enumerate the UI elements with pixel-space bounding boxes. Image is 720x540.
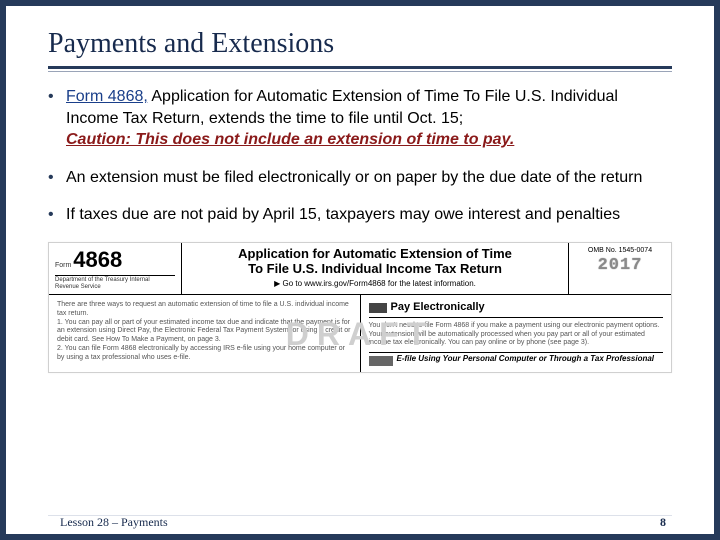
form-title-line2: To File U.S. Individual Income Tax Retur…: [188, 262, 562, 277]
bullet-list: Form 4868, Application for Automatic Ext…: [48, 86, 672, 226]
caution-text: Caution: This does not include an extens…: [66, 131, 514, 148]
pay-electronically-row: Pay Electronically: [369, 301, 664, 318]
form-header-mid: Application for Automatic Extension of T…: [182, 243, 568, 294]
form-number: 4868: [73, 247, 122, 272]
computer-icon: [369, 356, 393, 366]
form-label: Form: [55, 262, 71, 269]
form-body-right: Pay Electronically You don't need to fil…: [361, 295, 672, 372]
form-4868-link[interactable]: Form 4868,: [66, 88, 148, 105]
bullet-1-text: Application for Automatic Extension of T…: [66, 88, 618, 127]
title-rule-thick: [48, 66, 672, 69]
efile-row: E-file Using Your Personal Computer or T…: [369, 352, 664, 366]
footer-page-number: 8: [660, 515, 666, 530]
footer-left: Lesson 28 – Payments: [60, 515, 168, 530]
bullet-2: An extension must be filed electronicall…: [48, 167, 672, 189]
form-year: 2017: [575, 256, 665, 275]
form-body: DRAFT There are three ways to request an…: [49, 295, 671, 372]
bullet-1: Form 4868, Application for Automatic Ext…: [48, 86, 672, 151]
bullet-3: If taxes due are not paid by April 15, t…: [48, 204, 672, 226]
slide-title: Payments and Extensions: [48, 28, 672, 62]
form-goto: ▶ Go to www.irs.gov/Form4868 for the lat…: [188, 279, 562, 288]
form-left-blurb: There are three ways to request an autom…: [57, 301, 352, 362]
slide-frame: Payments and Extensions Form 4868, Appli…: [0, 0, 720, 540]
form-title-line1: Application for Automatic Extension of T…: [188, 247, 562, 262]
card-icon: [369, 303, 387, 313]
form-header-left: Form 4868 Department of the Treasury Int…: [49, 243, 182, 294]
form-header-right: OMB No. 1545-0074 2017: [568, 243, 671, 294]
pay-electronically-label: Pay Electronically: [391, 301, 485, 315]
title-rule-thin: [48, 71, 672, 72]
efile-text: E-file Using Your Personal Computer or T…: [397, 355, 655, 366]
form-omb: OMB No. 1545-0074: [575, 247, 665, 254]
form-4868-image: Form 4868 Department of the Treasury Int…: [48, 242, 672, 373]
form-right-blurb: You don't need to file Form 4868 if you …: [369, 322, 664, 348]
form-header: Form 4868 Department of the Treasury Int…: [49, 243, 671, 295]
slide-inner: Payments and Extensions Form 4868, Appli…: [48, 28, 672, 502]
form-body-left: There are three ways to request an autom…: [49, 295, 361, 372]
form-department: Department of the Treasury Internal Reve…: [55, 275, 175, 290]
